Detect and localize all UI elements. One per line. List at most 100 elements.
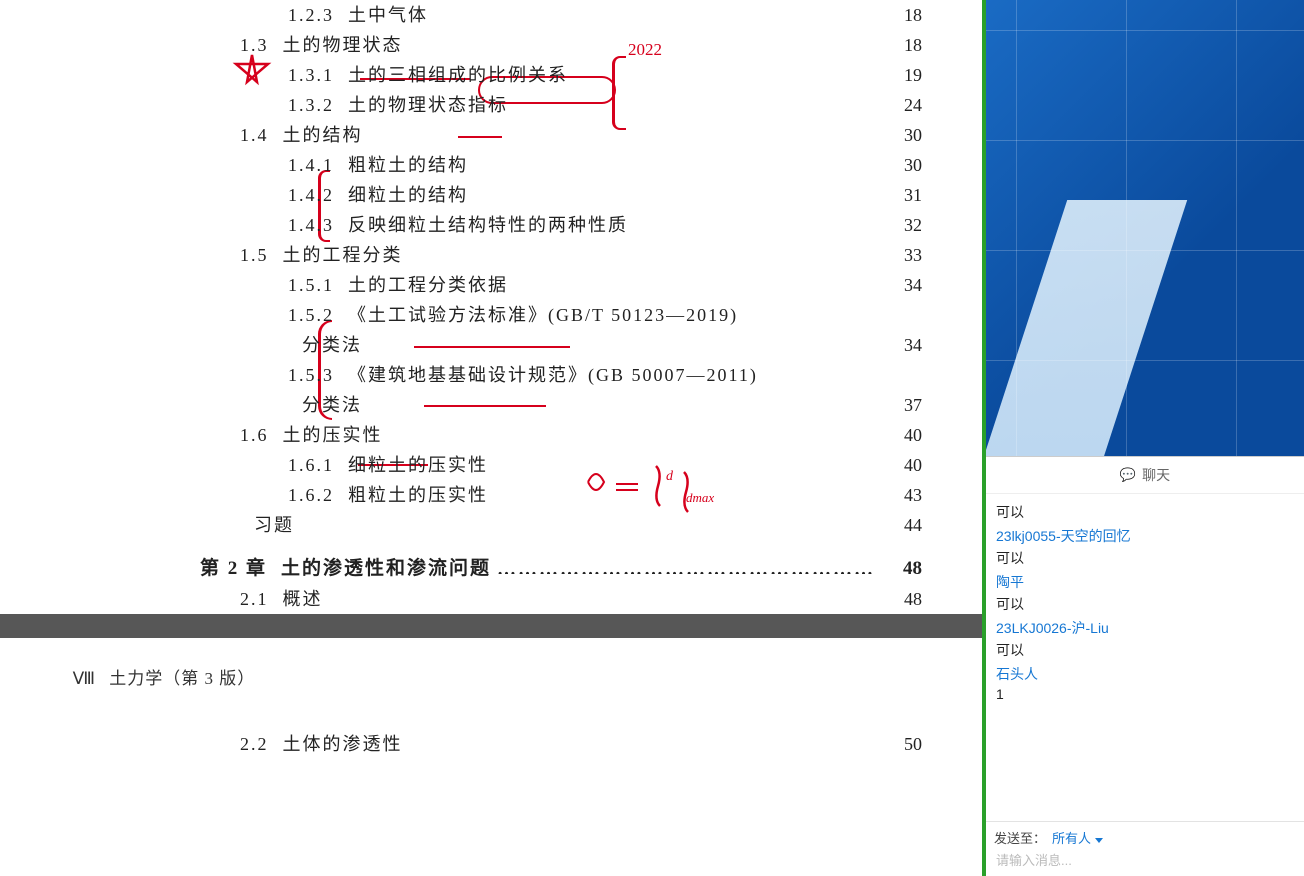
toc-leader-dots xyxy=(368,393,876,411)
toc-number: 1.4.1 xyxy=(60,150,348,180)
chat-username[interactable]: 23LKJ0026-沪-Liu xyxy=(996,618,1294,638)
document-viewport[interactable]: 2022 d dmax 1.2.3土中气体181.3土的物理状态181.3.1土… xyxy=(0,0,986,876)
toc-number: 1.3.1 xyxy=(60,60,348,90)
toc-entry: 1.6土的压实性40 xyxy=(60,420,922,450)
toc-page: 40 xyxy=(882,420,922,450)
toc-leader-dots xyxy=(474,183,876,201)
toc-title: 土的结构 xyxy=(283,120,363,150)
toc-entry: 1.4.2细粒土的结构31 xyxy=(60,180,922,210)
toc-title: 粗粒土的压实性 xyxy=(348,480,488,510)
toc-number: 2.2 xyxy=(60,729,283,759)
toc-leader-dots xyxy=(434,3,876,21)
toc-title: 概述 xyxy=(283,584,323,614)
send-label: 发送至： xyxy=(994,828,1046,847)
toc-leader-dots xyxy=(409,732,877,750)
toc-entry: 1.2.3土中气体18 xyxy=(60,0,922,30)
chat-message: 可以 xyxy=(996,502,1294,522)
toc-leader-dots xyxy=(497,555,876,574)
toc-leader-dots xyxy=(329,587,877,605)
toc-page: 18 xyxy=(882,30,922,60)
toc-leader-dots xyxy=(634,213,876,231)
toc-title: 分类法 xyxy=(302,390,362,420)
book-title: 土力学（第 3 版） xyxy=(109,669,255,688)
toc-number: 1.5 xyxy=(60,240,283,270)
toc-page: 34 xyxy=(882,330,922,360)
page-separator xyxy=(0,614,982,638)
toc-page: 30 xyxy=(882,150,922,180)
toc-entry: 1.3.2土的物理状态指标24 xyxy=(60,90,922,120)
toc-number: 1.6.2 xyxy=(60,480,348,510)
toc-number: 第 2 章 xyxy=(60,554,281,584)
toc-number: 1.5.3 xyxy=(60,360,348,390)
chat-input[interactable] xyxy=(994,847,1296,874)
toc-number: 1.5.2 xyxy=(60,300,348,330)
toc-page: 34 xyxy=(882,270,922,300)
toc-leader-dots xyxy=(389,423,877,441)
toc-entry: 1.3土的物理状态18 xyxy=(60,30,922,60)
toc-title: 土的工程分类依据 xyxy=(348,270,508,300)
chat-title: 聊天 xyxy=(1142,465,1170,485)
toc-entry: 1.4.1粗粒土的结构30 xyxy=(60,150,922,180)
toc-chapter: 第 2 章土的渗透性和渗流问题48 xyxy=(60,554,922,584)
chat-footer: 发送至： 所有人 xyxy=(986,821,1304,876)
right-sidebar: 💬 聊天 可以23lkj0055-天空的回忆可以陶平可以23LKJ0026-沪-… xyxy=(986,0,1304,876)
toc-entry: 1.4.3反映细粒土结构特性的两种性质32 xyxy=(60,210,922,240)
toc-title: 土中气体 xyxy=(348,0,428,30)
toc-number: 1.6 xyxy=(60,420,283,450)
toc-number: 1.6.1 xyxy=(60,450,348,480)
toc-leader-dots xyxy=(300,513,876,531)
chat-username[interactable]: 23lkj0055-天空的回忆 xyxy=(996,526,1294,546)
chat-username[interactable]: 石头人 xyxy=(996,664,1294,684)
toc-title: 分类法 xyxy=(302,330,362,360)
toc-entry: 分类法 34 xyxy=(60,330,922,360)
toc-title: 土的渗透性和渗流问题 xyxy=(281,554,491,584)
toc-entry: 分类法37 xyxy=(60,390,922,420)
toc-leader-dots xyxy=(474,153,876,171)
toc-page: 40 xyxy=(882,450,922,480)
toc-number: 1.4.3 xyxy=(60,210,348,240)
toc-title: 土的三相组成的比例关系 xyxy=(348,60,568,90)
chat-message: 可以 xyxy=(996,548,1294,568)
toc-entry: 2.2 土体的渗透性 50 xyxy=(60,729,922,759)
toc-page: 32 xyxy=(882,210,922,240)
toc-leader-dots xyxy=(514,273,876,291)
toc-title: 《建筑地基基础设计规范》(GB 50007—2011) xyxy=(348,360,758,390)
chat-icon: 💬 xyxy=(1120,467,1136,483)
chat-message-list[interactable]: 可以23lkj0055-天空的回忆可以陶平可以23LKJ0026-沪-Liu可以… xyxy=(986,494,1304,821)
toc-title: 习题 xyxy=(254,510,294,540)
toc-page: 48 xyxy=(882,584,922,614)
chat-username[interactable]: 陶平 xyxy=(996,572,1294,592)
toc-leader-dots xyxy=(368,333,876,351)
toc-page: 19 xyxy=(882,60,922,90)
send-target-dropdown[interactable]: 所有人 xyxy=(1052,828,1103,847)
toc-entry: 习题 44 xyxy=(60,510,922,540)
toc-entry: 2.1概述 48 xyxy=(60,584,922,614)
toc-number: 1.2.3 xyxy=(60,0,348,30)
chat-panel: 💬 聊天 可以23lkj0055-天空的回忆可以陶平可以23LKJ0026-沪-… xyxy=(986,456,1304,876)
toc-title: 土的物理状态 xyxy=(283,30,403,60)
desktop-wallpaper xyxy=(986,0,1304,456)
toc-page: 43 xyxy=(882,480,922,510)
toc-leader-dots xyxy=(494,453,876,471)
toc-leader-dots xyxy=(514,93,876,111)
toc-entry: 1.5土的工程分类33 xyxy=(60,240,922,270)
toc-title: 细粒土的结构 xyxy=(348,180,468,210)
toc-page: 24 xyxy=(882,90,922,120)
toc-page: 30 xyxy=(882,120,922,150)
toc-page: 44 xyxy=(882,510,922,540)
toc-number: 1.4 xyxy=(60,120,283,150)
toc-leader-dots xyxy=(369,123,877,141)
chat-message: 可以 xyxy=(996,640,1294,660)
toc-page: 50 xyxy=(882,729,922,759)
toc-entry: 1.6.1细粒土的压实性 40 xyxy=(60,450,922,480)
toc-number: 1.4.2 xyxy=(60,180,348,210)
toc-leader-dots xyxy=(409,33,877,51)
page-footer: Ⅷ 土力学（第 3 版） xyxy=(60,638,922,689)
toc-leader-dots xyxy=(494,483,876,501)
send-target-row[interactable]: 发送至： 所有人 xyxy=(994,828,1296,847)
chevron-down-icon xyxy=(1095,838,1103,843)
toc-title: 《土工试验方法标准》(GB/T 50123—2019) xyxy=(348,300,738,330)
toc-entry: 1.5.2《土工试验方法标准》(GB/T 50123—2019) xyxy=(60,300,922,330)
toc-number: 2.1 xyxy=(60,584,283,614)
toc-title: 细粒土的压实性 xyxy=(348,450,488,480)
